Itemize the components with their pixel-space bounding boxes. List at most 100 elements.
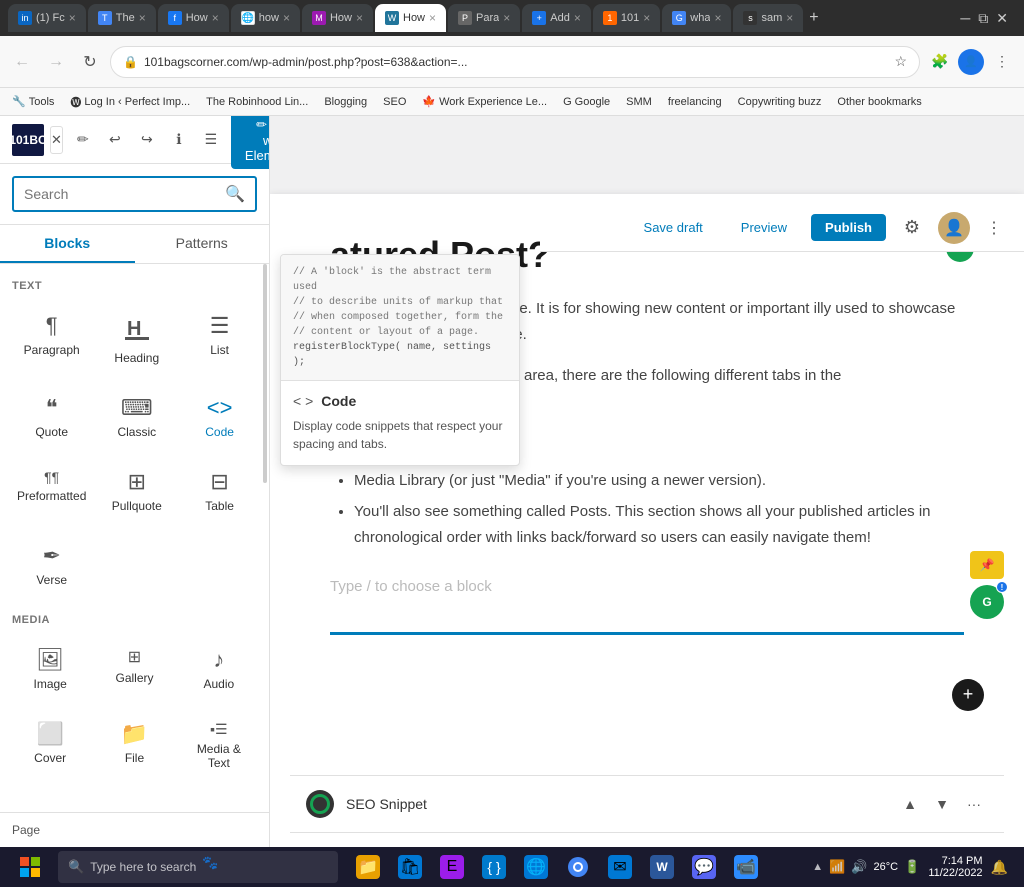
seo-panel-more[interactable]: ··· [960, 790, 988, 818]
search-input[interactable] [24, 186, 217, 202]
sassy-panel-up[interactable]: ▲ [896, 847, 924, 848]
tab-close-11[interactable]: × [786, 11, 793, 25]
tab-close-6[interactable]: × [429, 11, 436, 25]
taskbar-app-store[interactable]: 🛍 [390, 847, 430, 887]
taskbar-app-word[interactable]: W [642, 847, 682, 887]
taskbar-app-vscode[interactable]: { } [474, 847, 514, 887]
tab-close-9[interactable]: × [643, 11, 650, 25]
tab-7[interactable]: P Para × [448, 4, 520, 32]
tab-5[interactable]: M How × [302, 4, 373, 32]
bookmark-blogging[interactable]: Blogging [320, 94, 371, 110]
block-audio[interactable]: ♪ Audio [181, 636, 257, 702]
back-button[interactable]: ← [8, 48, 36, 76]
taskbar-app-elementor[interactable]: E [432, 847, 472, 887]
tab-close-1[interactable]: × [69, 11, 76, 25]
publish-button[interactable]: Publish [811, 214, 886, 241]
tab-close-3[interactable]: × [212, 11, 219, 25]
empty-block-area[interactable]: + [330, 655, 964, 735]
sassy-panel-down[interactable]: ▼ [928, 847, 956, 848]
tab-close-10[interactable]: × [714, 11, 721, 25]
refresh-button[interactable]: ↻ [76, 48, 104, 76]
bookmark-robinhood[interactable]: The Robinhood Lin... [202, 94, 312, 110]
save-draft-button[interactable]: Save draft [630, 214, 717, 241]
scrollbar-track[interactable] [263, 264, 267, 812]
toolbar-more-button[interactable]: ⋮ [980, 214, 1008, 242]
info-icon[interactable]: ℹ [165, 126, 193, 154]
notification-icon[interactable]: 🔔 [991, 859, 1008, 876]
tab-8[interactable]: + Add × [522, 4, 591, 32]
bookmark-login[interactable]: 🅦 Log In ‹ Perfect Imp... [66, 92, 194, 112]
yellow-sticky-icon[interactable]: 📌 [970, 551, 1004, 579]
taskbar-app-discord[interactable]: 💬 [684, 847, 724, 887]
search-icon[interactable]: 🔍 [225, 184, 245, 204]
block-verse[interactable]: ✒ Verse [12, 532, 91, 598]
edit-icon[interactable]: ✏ [69, 126, 97, 154]
seo-snippet-panel[interactable]: SEO Snippet ▲ ▼ ··· [290, 776, 1004, 833]
system-tray-up-icon[interactable]: ▲ [812, 861, 823, 873]
block-classic[interactable]: ⌨ Classic [99, 384, 174, 450]
block-preformatted[interactable]: ¶¶ Preformatted [12, 458, 91, 524]
bookmark-work[interactable]: 🍁 Work Experience Le... [418, 93, 551, 110]
profile-button[interactable]: 👤 [958, 49, 984, 75]
seo-panel-down[interactable]: ▼ [928, 790, 956, 818]
block-image[interactable]: 🖼 Image [12, 636, 88, 702]
network-icon[interactable]: 📶 [829, 859, 845, 875]
scrollbar-thumb[interactable] [263, 264, 267, 483]
bookmark-freelancing[interactable]: freelancing [664, 94, 726, 110]
undo-icon[interactable]: ↩ [101, 126, 129, 154]
block-list[interactable]: ☰ List [182, 302, 257, 376]
tab-2[interactable]: T The × [88, 4, 156, 32]
battery-icon[interactable]: 🔋 [904, 859, 920, 875]
bookmark-google[interactable]: G Google [559, 94, 614, 110]
tab-10[interactable]: G wha × [662, 4, 731, 32]
block-pullquote[interactable]: ⊞ Pullquote [99, 458, 174, 524]
taskbar-search-box[interactable]: 🔍 Type here to search 🐾 [58, 851, 338, 883]
sound-icon[interactable]: 🔊 [851, 859, 867, 875]
sassy-panel-more[interactable]: ··· [960, 847, 988, 848]
bookmark-smm[interactable]: SMM [622, 94, 656, 110]
forward-button[interactable]: → [42, 48, 70, 76]
bookmark-other[interactable]: Other bookmarks [833, 94, 925, 110]
restore-button[interactable]: ⧉ [978, 10, 988, 27]
tab-close-7[interactable]: × [503, 11, 510, 25]
new-tab-button[interactable]: + [809, 9, 818, 27]
block-file[interactable]: 📁 File [96, 710, 172, 781]
bookmark-seo[interactable]: SEO [379, 94, 410, 110]
taskbar-app-mail[interactable]: ✉ [600, 847, 640, 887]
block-heading[interactable]: H Heading [99, 302, 174, 376]
type-placeholder[interactable]: Type / to choose a block [330, 562, 964, 612]
tab-6[interactable]: W How × [375, 4, 446, 32]
sidebar-close-button[interactable]: ✕ [50, 126, 63, 154]
tab-close-4[interactable]: × [283, 11, 290, 25]
taskbar-app-edge[interactable]: 🌐 [516, 847, 556, 887]
block-quote[interactable]: ❝ Quote [12, 384, 91, 450]
bookmark-tools[interactable]: 🔧 Tools [8, 93, 58, 110]
block-gallery[interactable]: ⊞ Gallery [96, 636, 172, 702]
tab-11[interactable]: s sam × [733, 4, 803, 32]
block-code[interactable]: <> Code [182, 384, 257, 450]
wp-logo[interactable]: 101BC [12, 124, 44, 156]
tab-3[interactable]: f How × [158, 4, 229, 32]
bookmark-copywriting[interactable]: Copywriting buzz [734, 94, 826, 110]
taskbar-app-explorer[interactable]: 📁 [348, 847, 388, 887]
preview-button[interactable]: Preview [727, 214, 801, 241]
block-media-text[interactable]: ▪☰ Media & Text [181, 710, 257, 781]
extensions-button[interactable]: 🧩 [926, 48, 954, 76]
editor-scroll-area[interactable]: // A 'block' is the abstract term used /… [270, 164, 1024, 847]
seo-panel-up[interactable]: ▲ [896, 790, 924, 818]
settings-gear-icon[interactable]: ⚙ [896, 212, 928, 244]
browser-menu-button[interactable]: ⋮ [988, 48, 1016, 76]
add-block-button[interactable]: + [952, 679, 984, 711]
tab-4[interactable]: 🌐 how × [231, 4, 300, 32]
edit-elementor-button[interactable]: ✏ Edit with Elementor [231, 116, 270, 169]
redo-icon[interactable]: ↪ [133, 126, 161, 154]
taskbar-clock[interactable]: 7:14 PM 11/22/2022 [928, 855, 982, 879]
block-paragraph[interactable]: ¶ Paragraph [12, 302, 91, 376]
block-cover[interactable]: ⬜ Cover [12, 710, 88, 781]
tab-close-2[interactable]: × [139, 11, 146, 25]
close-button[interactable]: ✕ [996, 10, 1008, 27]
minimize-button[interactable]: ─ [960, 10, 970, 27]
start-button[interactable] [8, 847, 52, 887]
tab-9[interactable]: 1 101 × [593, 4, 660, 32]
grammarly-floating-icon[interactable]: G ! [970, 585, 1004, 619]
